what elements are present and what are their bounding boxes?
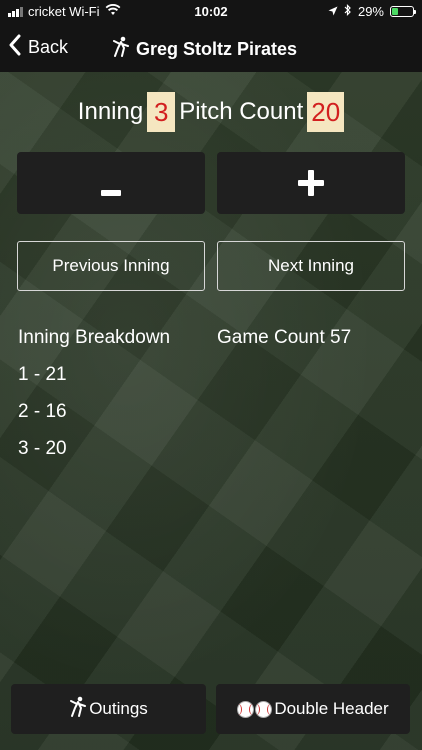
bluetooth-icon: [344, 4, 352, 19]
status-right: 29%: [328, 4, 416, 19]
battery-icon: [390, 6, 416, 17]
inning-pitch-row: Inning 3 Pitch Count 20: [0, 92, 422, 132]
next-inning-button[interactable]: Next Inning: [217, 241, 405, 291]
increment-button[interactable]: [217, 152, 405, 214]
back-label: Back: [28, 37, 69, 57]
list-item: 1 - 21: [18, 364, 67, 385]
back-button[interactable]: Back: [8, 34, 68, 61]
pitch-count-value: 20: [307, 92, 345, 132]
decrement-button[interactable]: [17, 152, 205, 214]
outings-button[interactable]: Outings: [11, 684, 206, 734]
pitch-count-label: Pitch Count: [179, 98, 304, 125]
chevron-left-icon: [8, 34, 22, 61]
pitcher-icon: [112, 36, 130, 63]
inning-label: Inning: [77, 98, 144, 125]
inning-breakdown-list: 1 - 21 2 - 16 3 - 20: [18, 364, 67, 475]
page-title: Greg Stoltz Pirates: [112, 36, 297, 63]
pitcher-icon: [69, 696, 87, 723]
nav-bar: Back Greg Stoltz Pirates: [0, 28, 422, 68]
page-title-text: Greg Stoltz Pirates: [136, 39, 298, 59]
outings-label: Outings: [89, 699, 148, 718]
minus-icon: [101, 161, 121, 206]
game-count-label: Game Count 57: [217, 327, 352, 348]
list-item: 2 - 16: [18, 401, 67, 422]
status-bar: cricket Wi-Fi 10:02 29%: [0, 0, 422, 24]
location-icon: [328, 4, 338, 19]
previous-inning-button[interactable]: Previous Inning: [17, 241, 205, 291]
battery-percent: 29%: [357, 4, 384, 19]
double-header-button[interactable]: Double Header: [216, 684, 410, 734]
double-header-label: Double Header: [274, 699, 389, 718]
inning-value: 3: [147, 92, 176, 132]
top-bar: cricket Wi-Fi 10:02 29% Back Greg Stoltz…: [0, 0, 422, 72]
plus-icon: [298, 161, 324, 206]
battery-fill: [392, 8, 398, 15]
list-item: 3 - 20: [18, 438, 67, 459]
baseballs-icon: [237, 700, 273, 718]
inning-breakdown-label: Inning Breakdown: [18, 327, 171, 348]
